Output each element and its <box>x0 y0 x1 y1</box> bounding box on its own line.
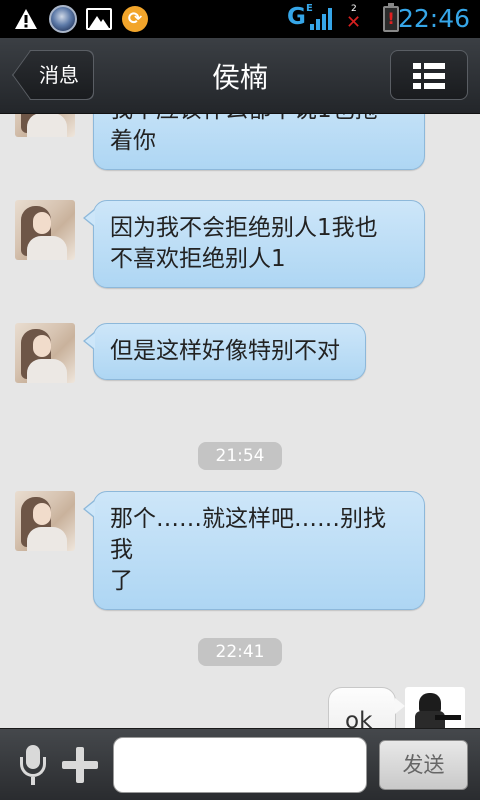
gallery-icon <box>86 8 112 30</box>
message-bubble[interactable]: 因为我不会拒绝别人1我也 不喜欢拒绝别人1 <box>83 200 425 288</box>
contact-avatar[interactable] <box>15 323 75 383</box>
status-bar: ⟳ G E 2 ✕ ! 22:46 <box>0 0 480 38</box>
sync-icon: ⟳ <box>122 6 148 32</box>
message-text: 了 <box>110 568 133 594</box>
message-text: 因为我不会拒绝别人1我也 <box>110 215 378 241</box>
profile-menu-button[interactable] <box>390 50 468 100</box>
input-bar: 发送 <box>0 728 480 800</box>
my-message-bubble[interactable]: ok <box>328 687 405 728</box>
message-text: 那个……就这样吧……别找我 <box>110 506 386 563</box>
contact-avatar[interactable] <box>15 200 75 260</box>
timestamp-divider: 22:41 <box>198 638 282 666</box>
message-input[interactable] <box>113 737 367 793</box>
message-text: 不喜欢拒绝别人1 <box>110 246 286 272</box>
message-text: 着你 <box>110 128 156 154</box>
message-text: ok <box>345 708 373 728</box>
title-bar: 消息 侯楠 <box>0 38 480 114</box>
attach-button[interactable] <box>62 747 98 783</box>
signal-icon <box>310 8 334 30</box>
contact-avatar[interactable] <box>15 491 75 551</box>
my-avatar[interactable] <box>405 687 465 728</box>
battery-icon: ! <box>383 3 399 32</box>
message-bubble[interactable]: 那个……就这样吧……别找我 了 <box>83 491 425 610</box>
send-button[interactable]: 发送 <box>379 740 468 790</box>
chat-messages[interactable]: 我不应该什么都不说1也拖 着你 因为我不会拒绝别人1我也 不喜欢拒绝别人1 但是… <box>0 114 480 728</box>
shield-icon <box>49 5 77 33</box>
no-sim-icon: ✕ <box>346 12 362 33</box>
timestamp-divider: 21:54 <box>198 442 282 470</box>
status-clock: 22:46 <box>397 4 470 33</box>
message-bubble[interactable]: 我不应该什么都不说1也拖 着你 <box>93 114 425 170</box>
network-type: G <box>287 4 306 30</box>
voice-input-button[interactable] <box>18 745 48 787</box>
message-bubble[interactable]: 但是这样好像特别不对 <box>83 323 366 380</box>
contact-avatar[interactable] <box>15 114 75 137</box>
message-text: 我不应该什么都不说1也拖 <box>110 114 408 126</box>
warning-icon <box>15 9 37 29</box>
message-text: 但是这样好像特别不对 <box>110 338 340 364</box>
